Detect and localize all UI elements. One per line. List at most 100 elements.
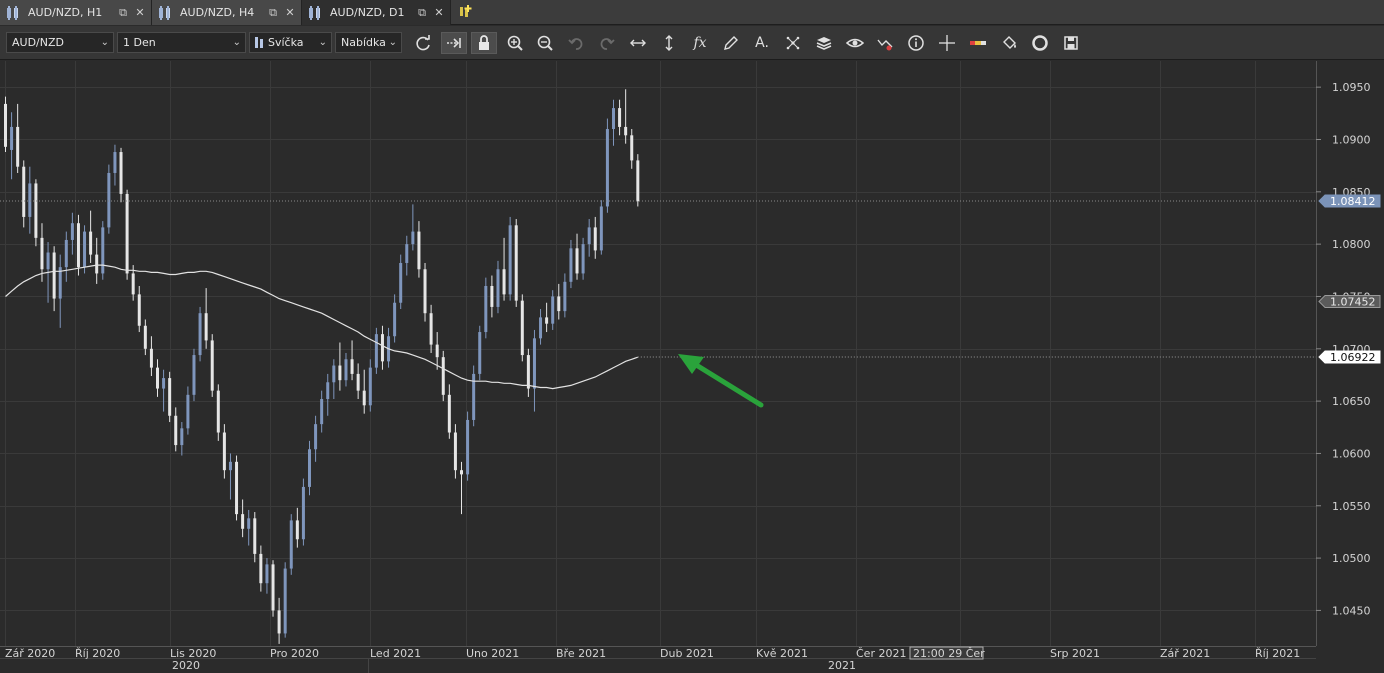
color-bar-icon[interactable] [965,32,991,54]
alert-chart-icon[interactable] [872,32,898,54]
candle-body-83 [508,225,512,295]
horizontal-resize-icon[interactable] [625,32,651,54]
price-axis: 1.09501.09001.08501.08001.07501.07001.06… [1316,61,1384,646]
candle-body-17 [107,172,111,228]
price-chart[interactable]: 1.09501.09001.08501.08001.07501.07001.06… [0,61,1384,673]
price-tick-label-10: 1.0450 [1332,604,1371,617]
candle-body-8 [52,252,56,299]
candle-body-42 [259,553,263,584]
close-icon[interactable]: ✕ [134,6,146,19]
candle-body-72 [441,357,445,395]
candle-body-28 [174,415,178,446]
detach-icon[interactable]: ⧉ [117,6,129,19]
save-icon[interactable] [1058,32,1084,54]
candle-body-41 [253,518,257,554]
indicators-fx-icon[interactable]: fx [687,32,713,54]
close-icon[interactable]: ✕ [433,6,445,19]
lock-icon[interactable] [471,32,497,54]
chevron-down-icon: ⌄ [100,37,109,48]
time-tick-label-0: Zář 2020 [5,647,55,660]
candle-body-27 [168,378,172,416]
candle-body-85 [520,300,524,356]
chart-tab-bar: AUD/NZD, H1 ⧉ ✕ AUD/NZD, H4 ⧉ ✕ AUD/NZD,… [0,0,1384,25]
zoom-in-icon[interactable] [502,32,528,54]
timeframe-select[interactable]: 1 Den ⌄ [117,32,246,53]
paint-bucket-icon[interactable] [996,32,1022,54]
candle-body-56 [344,359,348,381]
candle-body-81 [496,269,500,307]
candle-body-95 [581,244,585,274]
candlestick-icon [6,5,20,20]
candle-body-74 [453,432,457,471]
chart-toolbar: AUD/NZD ⌄ 1 Den ⌄ Svíčka ⌄ Nabídka ⌄ fx A. [0,26,1384,60]
candle-body-64 [393,302,397,337]
candle-body-87 [532,338,536,389]
candle-body-18 [113,152,117,173]
tab-aud-nzd-h1[interactable]: AUD/NZD, H1 ⧉ ✕ [0,0,152,25]
refresh-icon[interactable] [410,32,436,54]
candle-body-47 [289,520,293,569]
candle-body-94 [575,248,579,274]
layers-icon[interactable] [811,32,837,54]
chevron-down-icon: ⌄ [232,37,241,48]
candle-body-40 [247,518,251,529]
eye-icon[interactable] [842,32,868,54]
redo-icon[interactable] [594,32,620,54]
fractal-icon[interactable] [780,32,806,54]
candle-body-73 [447,394,451,433]
candle-body-14 [89,231,93,255]
auto-scroll-icon[interactable] [441,32,467,54]
candle-body-60 [368,367,372,406]
zoom-out-icon[interactable] [532,32,558,54]
candle-body-89 [545,317,549,324]
candle-body-57 [350,359,354,374]
add-chart-icon[interactable] [456,3,474,21]
candle-body-38 [235,461,239,515]
candle-body-91 [557,296,561,312]
year-label-2021: 2021 [828,659,856,672]
detach-icon[interactable]: ⧉ [267,6,279,19]
tab-aud-nzd-h4[interactable]: AUD/NZD, H4 ⧉ ✕ [152,0,302,25]
candle-body-103 [630,135,634,161]
candle-body-67 [411,231,415,245]
candle-body-55 [338,365,342,381]
candle-body-76 [466,419,470,475]
annotation-arrow [678,354,764,408]
tab-aud-nzd-d1[interactable]: AUD/NZD, D1 ⧉ ✕ [302,0,451,25]
candle-body-101 [618,108,622,127]
candle-body-29 [180,428,184,446]
detach-icon[interactable]: ⧉ [416,6,428,19]
candle-body-59 [362,390,366,406]
chart-type-select[interactable]: Svíčka ⌄ [249,32,332,53]
candle-body-12 [76,223,80,268]
candle-body-79 [484,286,488,333]
template-icon[interactable] [1027,32,1053,54]
crosshair-icon[interactable] [934,32,960,54]
candle-body-36 [222,432,226,471]
candle-body-13 [83,231,87,268]
pencil-icon[interactable] [718,32,744,54]
timeframe-value: 1 Den [123,36,156,49]
symbol-select[interactable]: AUD/NZD ⌄ [6,32,114,53]
candle-body-96 [587,227,591,245]
info-icon[interactable] [903,32,929,54]
candle-body-86 [526,355,530,389]
candle-body-84 [514,225,518,301]
price-type-select[interactable]: Nabídka ⌄ [335,32,402,53]
close-icon[interactable]: ✕ [284,6,296,19]
candle-body-53 [326,382,330,400]
candle-body-43 [265,564,269,584]
price-tick-label-8: 1.0550 [1332,500,1371,513]
candle-body-52 [320,399,324,425]
candle-body-10 [64,239,68,268]
candle-body-48 [295,520,299,540]
candle-body-32 [198,313,202,356]
text-tool-icon[interactable]: A. [749,32,775,54]
candle-body-31 [192,355,196,395]
vertical-resize-icon[interactable] [656,32,682,54]
chart-canvas[interactable]: 1.09501.09001.08501.08001.07501.07001.06… [0,61,1384,673]
tab-label: AUD/NZD, D1 [330,6,405,19]
chevron-down-icon: ⌄ [388,37,397,48]
time-tick-label-12: Zář 2021 [1160,647,1210,660]
undo-icon[interactable] [563,32,589,54]
